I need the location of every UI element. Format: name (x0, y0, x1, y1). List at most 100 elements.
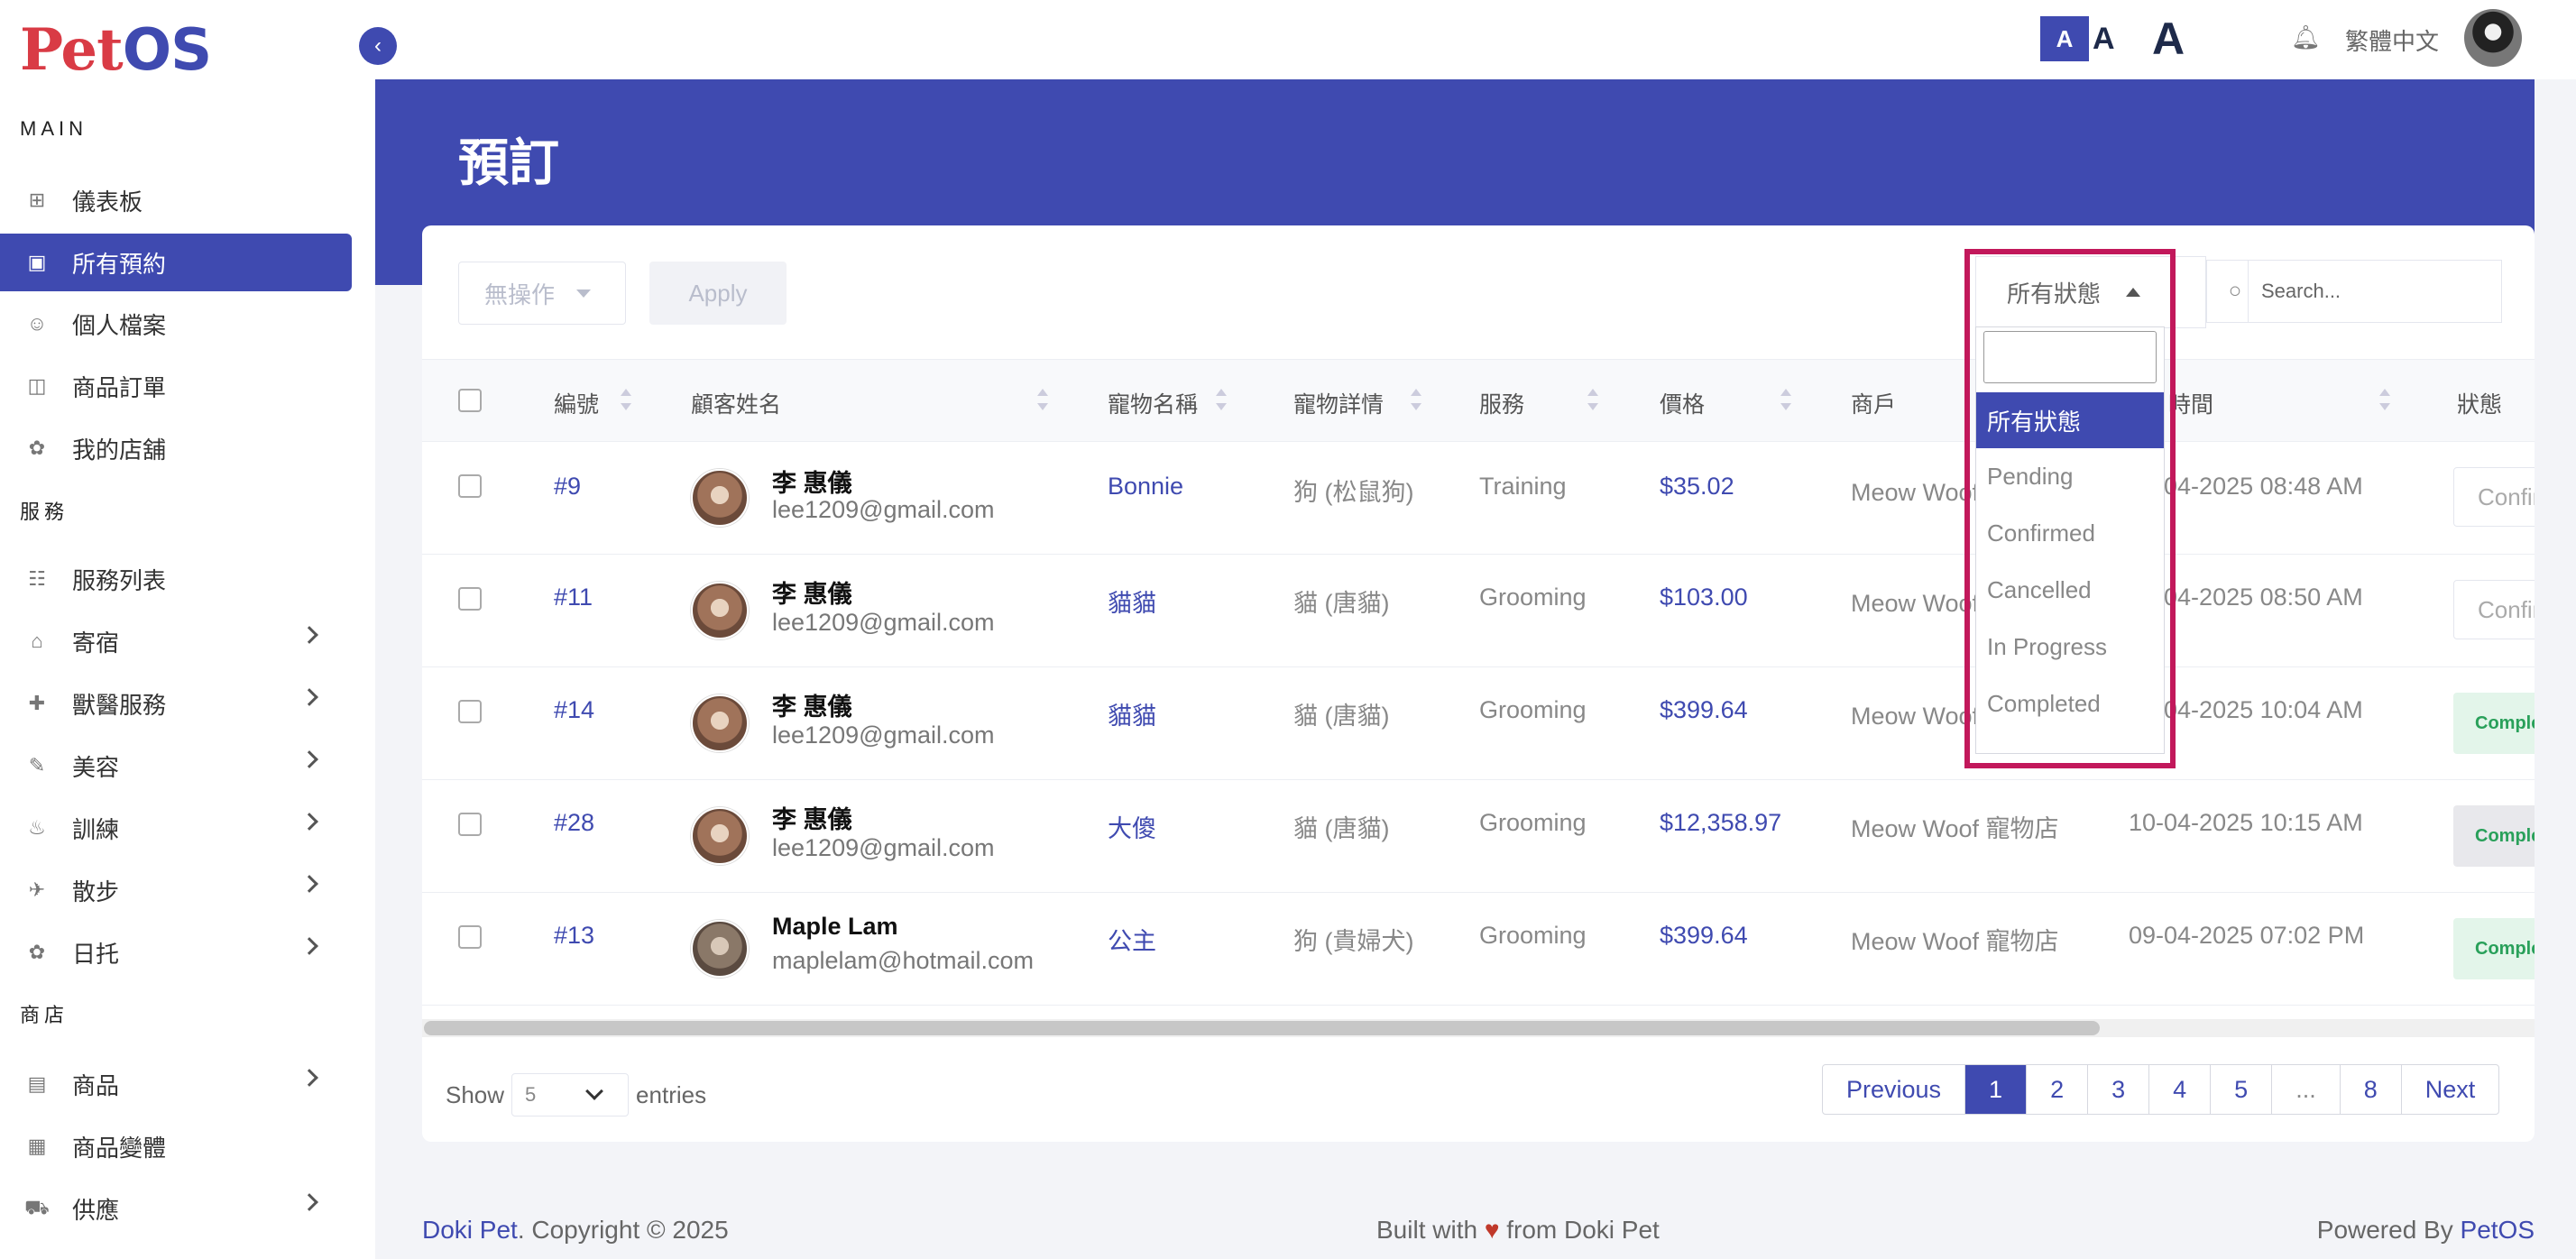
pagination-page-8[interactable]: 8 (2341, 1065, 2402, 1114)
user-avatar[interactable] (2464, 9, 2522, 67)
sidebar-item-product-orders[interactable]: ◫ 商品訂單 (0, 357, 352, 415)
search-input[interactable] (2248, 260, 2502, 323)
status-option-completed[interactable]: Completed (1976, 675, 2164, 731)
sidebar-item-products[interactable]: ▤ 商品 (0, 1055, 352, 1113)
pagination-page-4[interactable]: 4 (2149, 1065, 2212, 1114)
pet-name[interactable]: 貓貓 (1108, 584, 1156, 619)
sidebar-item-service-list[interactable]: ☷ 服務列表 (0, 550, 352, 608)
vet-icon: ✚ (28, 692, 46, 714)
status-option-cancelled[interactable]: Cancelled (1976, 562, 2164, 618)
horizontal-scrollbar[interactable] (422, 1019, 2535, 1037)
apply-button[interactable]: Apply (649, 262, 787, 325)
sidebar-item-walking[interactable]: ✈ 散步 (0, 861, 352, 919)
header-time[interactable]: 時間 (2168, 387, 2213, 419)
price: $12,358.97 (1660, 809, 1782, 836)
top-bar (375, 0, 2576, 79)
pet-name[interactable]: Bonnie (1108, 473, 1183, 501)
status-option-pending[interactable]: Pending (1976, 448, 2164, 504)
pagination-page-2[interactable]: 2 (2027, 1065, 2089, 1114)
header-pet-details[interactable]: 寵物詳情 (1293, 387, 1384, 419)
sidebar-item-supply[interactable]: ⛟ 供應 (0, 1180, 352, 1237)
status-badge[interactable]: Completed (2453, 693, 2535, 754)
sidebar-item-training[interactable]: ♨ 訓練 (0, 799, 352, 857)
sort-icon[interactable] (1411, 389, 1421, 410)
sidebar-item-vet[interactable]: ✚ 獸醫服務 (0, 675, 352, 732)
status-option-confirmed[interactable]: Confirmed (1976, 505, 2164, 561)
row-checkbox[interactable] (458, 587, 482, 611)
booking-id[interactable]: #9 (554, 473, 581, 501)
sort-icon[interactable] (2379, 389, 2390, 410)
sidebar-item-profile[interactable]: ☺ 個人檔案 (0, 295, 352, 353)
pagination-page-1[interactable]: 1 (1965, 1065, 2028, 1114)
sidebar-item-grooming[interactable]: ✎ 美容 (0, 737, 352, 795)
language-selector[interactable]: 繁體中文 (2345, 23, 2439, 57)
chevron-right-icon (300, 875, 318, 893)
font-size-large-button[interactable]: A (2152, 14, 2185, 64)
home-icon: ⌂ (31, 630, 43, 652)
pagination-page-3[interactable]: 3 (2088, 1065, 2150, 1114)
row-checkbox[interactable] (458, 813, 482, 836)
sidebar-item-dashboard[interactable]: ⊞ 儀表板 (0, 171, 352, 229)
font-size-small-button[interactable]: A (2040, 16, 2089, 61)
dropdown-search-input[interactable] (1983, 331, 2157, 383)
pagination-previous[interactable]: Previous (1823, 1065, 1966, 1114)
pet-details: 狗 (松鼠狗) (1293, 479, 1414, 506)
chevron-right-icon (300, 750, 318, 768)
font-size-medium-button[interactable]: A (2093, 16, 2115, 61)
sidebar-collapse-button[interactable]: ‹ (359, 27, 397, 65)
status-select[interactable]: Confirmed (2453, 467, 2535, 527)
sidebar-item-daycare[interactable]: ✿ 日托 (0, 924, 352, 981)
status-filter-select[interactable]: 所有狀態 (1975, 256, 2206, 328)
pagination-page-5[interactable]: 5 (2211, 1065, 2273, 1114)
sort-icon[interactable] (621, 389, 631, 410)
status-badge[interactable]: Completed (2453, 805, 2535, 867)
price: $399.64 (1660, 922, 1748, 949)
status-select[interactable]: Confirmed (2453, 580, 2535, 639)
status-option-in-progress[interactable]: In Progress (1976, 619, 2164, 675)
pagination-next[interactable]: Next (2402, 1065, 2499, 1114)
header-pet-name[interactable]: 寵物名稱 (1108, 387, 1198, 419)
petos-link[interactable]: PetOS (2461, 1216, 2535, 1244)
sort-icon[interactable] (1587, 389, 1598, 410)
petos-logo[interactable]: PetOS (20, 16, 212, 84)
customer-avatar (691, 582, 749, 639)
booking-id[interactable]: #13 (554, 922, 594, 950)
booking-id[interactable]: #14 (554, 696, 594, 724)
header-merchant[interactable]: 商戶 (1851, 387, 1896, 419)
pet-name[interactable]: 大傻 (1108, 809, 1156, 844)
booking-time: 10-04-2025 10:15 AM (2129, 809, 2363, 836)
sort-icon[interactable] (1780, 389, 1791, 410)
header-customer-name[interactable]: 顧客姓名 (691, 387, 781, 419)
booking-id[interactable]: #28 (554, 809, 594, 837)
header-status[interactable]: 狀態 (2457, 387, 2502, 419)
header-service[interactable]: 服務 (1479, 387, 1524, 419)
user-icon: ☺ (26, 312, 48, 335)
shopping-bag-icon: ◫ (27, 374, 47, 397)
booking-time: 09-04-2025 07:02 PM (2129, 922, 2365, 949)
pet-name[interactable]: 貓貓 (1108, 696, 1156, 731)
scrollbar-thumb[interactable] (424, 1021, 2100, 1035)
chevron-right-icon (300, 813, 318, 831)
header-price[interactable]: 價格 (1660, 387, 1705, 419)
status-option-all[interactable]: 所有狀態 (1976, 392, 2164, 448)
sort-icon[interactable] (1037, 389, 1048, 410)
customer-email: maplelam@hotmail.com (772, 947, 1034, 974)
brand-link[interactable]: Doki Pet (422, 1216, 518, 1244)
status-badge[interactable]: Completed (2453, 918, 2535, 979)
sidebar-item-boarding[interactable]: ⌂ 寄宿 (0, 612, 352, 670)
pet-name[interactable]: 公主 (1108, 922, 1156, 957)
sidebar-item-all-bookings[interactable]: ▣ 所有預約 (0, 234, 352, 291)
row-checkbox[interactable] (458, 925, 482, 949)
bulk-action-select[interactable]: 無操作 (458, 262, 626, 325)
row-checkbox[interactable] (458, 474, 482, 498)
table-row: #14 李 惠儀 lee1209@gmail.com 貓貓 貓 (唐貓) Gro… (422, 667, 2535, 780)
bell-icon[interactable]: 🔔︎ (2291, 23, 2322, 54)
booking-id[interactable]: #11 (554, 584, 593, 611)
sort-icon[interactable] (1216, 389, 1227, 410)
row-checkbox[interactable] (458, 700, 482, 723)
header-id[interactable]: 編號 (554, 387, 599, 419)
page-size-select[interactable]: 5 (511, 1073, 630, 1117)
sidebar-item-my-store[interactable]: ✿ 我的店舖 (0, 419, 352, 477)
sidebar-item-product-variants[interactable]: ▦ 商品變體 (0, 1117, 352, 1175)
select-all-checkbox[interactable] (458, 389, 482, 412)
